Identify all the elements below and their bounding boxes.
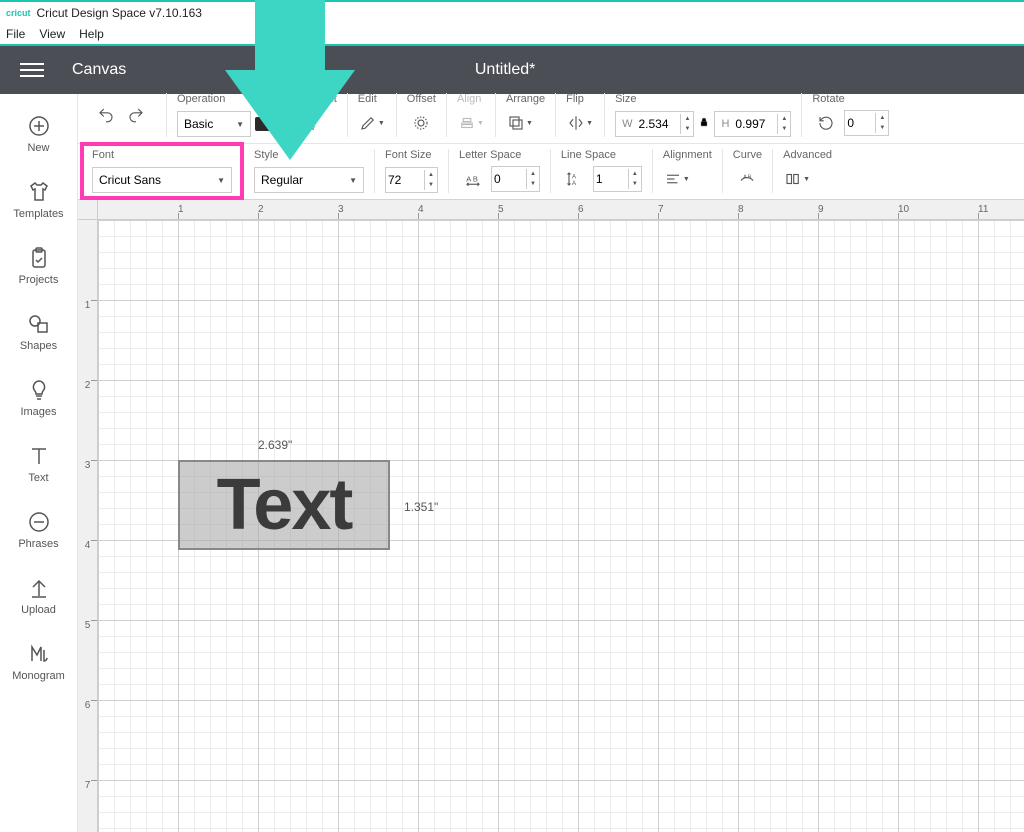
chat-icon [27, 510, 51, 534]
menu-file[interactable]: File [6, 27, 25, 41]
redo-button[interactable] [122, 101, 150, 129]
left-sidebar: New Templates Projects Shapes Images Tex… [0, 94, 78, 832]
shapes-icon [27, 312, 51, 336]
letter-space-input[interactable]: ▲▼ [491, 166, 540, 192]
svg-text:A: A [572, 181, 576, 187]
arrange-button[interactable]: ▼ [506, 109, 534, 137]
offset-button[interactable] [407, 109, 435, 137]
upload-icon [27, 576, 51, 600]
svg-text:A: A [572, 174, 576, 180]
deselect-button[interactable] [294, 109, 322, 137]
lock-aspect-icon[interactable] [698, 115, 710, 133]
rotate-icon[interactable] [812, 109, 840, 137]
sidebar-monogram[interactable]: Monogram [0, 632, 77, 698]
plus-circle-icon [27, 114, 51, 138]
style-dropdown[interactable]: Regular▼ [254, 167, 364, 193]
operation-label: Operation [177, 93, 273, 105]
text-toolbar: Font Cricut Sans▼ Style Regular▼ Font Si… [78, 144, 1024, 200]
menu-help[interactable]: Help [79, 27, 104, 41]
app-header: Canvas Untitled* [0, 46, 1024, 94]
width-dimension: 2.639" [258, 438, 292, 452]
hamburger-button[interactable] [0, 59, 64, 81]
text-icon [27, 444, 51, 468]
ruler-vertical: 1 2 3 4 5 6 7 [78, 220, 98, 832]
sidebar-templates[interactable]: Templates [0, 170, 77, 236]
shirt-icon [27, 180, 51, 204]
menu-bar: File View Help [0, 24, 1024, 46]
svg-text:A B: A B [466, 174, 478, 183]
rotate-input[interactable]: ▲▼ [844, 110, 889, 136]
sidebar-phrases[interactable]: Phrases [0, 500, 77, 566]
edit-button[interactable]: ▼ [358, 109, 386, 137]
height-dimension: 1.351" [404, 500, 438, 514]
lightbulb-icon [27, 378, 51, 402]
text-content: Text [178, 460, 390, 550]
monogram-icon [27, 642, 51, 666]
ruler-horizontal: 1 2 3 4 5 6 7 8 9 10 11 [98, 200, 1024, 220]
operation-dropdown[interactable]: Basic▼ [177, 111, 251, 137]
font-size-input[interactable]: ▲▼ [385, 167, 438, 193]
advanced-button[interactable]: ▼ [783, 165, 811, 193]
letter-space-icon: A B [459, 165, 487, 193]
height-input[interactable]: H ▲▼ [714, 111, 791, 137]
flip-button[interactable]: ▼ [566, 109, 594, 137]
text-object[interactable]: Text [178, 460, 390, 550]
edit-toolbar: Operation Basic▼ Deselect Edit ▼ [78, 94, 1024, 144]
line-space-icon: AA [561, 165, 589, 193]
title-bar: cricut Cricut Design Space v7.10.163 [0, 0, 1024, 24]
sidebar-projects[interactable]: Projects [0, 236, 77, 302]
clipboard-icon [27, 246, 51, 270]
workspace-label: Canvas [72, 61, 126, 79]
align-button: ▼ [457, 109, 485, 137]
ruler-corner [78, 200, 98, 220]
line-space-input[interactable]: ▲▼ [593, 166, 642, 192]
document-title: Untitled* [126, 61, 1024, 79]
svg-text:A B: A B [743, 174, 752, 180]
menu-view[interactable]: View [39, 27, 65, 41]
sidebar-images[interactable]: Images [0, 368, 77, 434]
alignment-button[interactable]: ▼ [663, 165, 691, 193]
canvas-area[interactable]: 1 2 3 4 5 6 7 8 9 10 11 1 2 3 4 5 6 7 [78, 200, 1024, 832]
width-input[interactable]: W ▲▼ [615, 111, 694, 137]
app-title: Cricut Design Space v7.10.163 [37, 6, 202, 20]
color-swatch[interactable] [255, 117, 273, 131]
highlight-annotation [80, 142, 244, 200]
sidebar-text[interactable]: Text [0, 434, 77, 500]
sidebar-shapes[interactable]: Shapes [0, 302, 77, 368]
undo-button[interactable] [92, 101, 120, 129]
app-logo: cricut [6, 8, 31, 18]
sidebar-upload[interactable]: Upload [0, 566, 77, 632]
curve-button[interactable]: A B [733, 165, 761, 193]
sidebar-new[interactable]: New [0, 104, 77, 170]
